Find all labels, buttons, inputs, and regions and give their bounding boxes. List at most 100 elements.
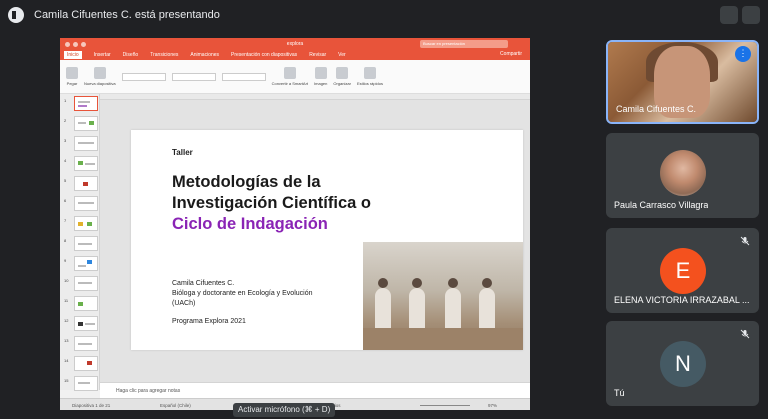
slide-thumbnail[interactable]	[74, 156, 98, 171]
slide-thumbnail[interactable]	[74, 316, 98, 331]
new-slide-button[interactable]: Nueva diapositiva	[84, 67, 116, 86]
avatar	[660, 150, 706, 196]
app-titlebar: explora Buscar en presentación	[60, 38, 530, 50]
slide-thumbnail[interactable]	[74, 336, 98, 351]
thumb-number: 11	[64, 298, 69, 303]
tab-insertar[interactable]: Insertar	[94, 52, 111, 58]
convert-smartart-button[interactable]: Convertir a SmartArt	[272, 67, 308, 86]
presenting-banner: Camila Cifuentes C. está presentando	[34, 9, 220, 21]
slide-title: Metodologías de la Investigación Científ…	[172, 172, 371, 235]
image-icon	[314, 67, 327, 79]
author-role: Bióloga y doctorante en Ecología y Evolu…	[172, 290, 313, 297]
thumb-number: 7	[64, 218, 67, 223]
thumb-number: 8	[64, 238, 67, 243]
participant-name: Paula Carrasco Villagra	[614, 200, 709, 210]
tab-revisar[interactable]: Revisar	[309, 52, 326, 58]
tab-presentacion[interactable]: Presentación con diapositivas	[231, 52, 297, 58]
zoom-slider[interactable]	[420, 405, 470, 406]
zoom-level[interactable]: 97%	[488, 403, 497, 408]
more-vert-icon[interactable]: ⋮	[735, 46, 751, 62]
shared-screen: explora Buscar en presentación Inicio In…	[60, 38, 530, 410]
student-figure	[375, 278, 391, 332]
present-icon	[8, 7, 24, 23]
paragraph-controls[interactable]	[221, 72, 266, 81]
mic-tooltip: Activar micrófono (⌘ + D)	[233, 403, 336, 417]
student-figure	[445, 278, 461, 332]
tab-animaciones[interactable]: Animaciones	[190, 52, 219, 58]
topbar-controls	[720, 6, 760, 24]
student-figure	[409, 278, 425, 332]
font-size-select[interactable]	[171, 72, 216, 81]
thumb-number: 13	[64, 338, 69, 343]
slide-thumbnail[interactable]	[74, 116, 98, 131]
search-input[interactable]: Buscar en presentación	[420, 40, 508, 48]
thumb-number: 6	[64, 198, 67, 203]
new-slide-icon	[93, 67, 106, 79]
slide-thumbnail[interactable]	[74, 136, 98, 151]
student-figure	[479, 278, 495, 332]
participant-tile[interactable]: E ELENA VICTORIA IRRAZABAL ...	[606, 228, 759, 313]
styles-icon	[363, 67, 376, 79]
current-slide[interactable]: Taller Metodologías de la Investigación …	[131, 130, 523, 350]
slide-thumbnail[interactable]	[74, 376, 98, 391]
thumb-number: 4	[64, 158, 67, 163]
slide-title-highlight: Ciclo de Indagación	[172, 215, 328, 233]
thumb-number: 12	[64, 318, 69, 323]
slide-thumbnails: 1 2 3 4 5 6 7 8 9 10 11 12 13 14 15	[60, 94, 100, 391]
fullscreen-button[interactable]	[742, 6, 760, 24]
slide-title-line: Metodologías de la	[172, 173, 321, 191]
thumb-number: 10	[64, 278, 69, 283]
slide-thumbnail[interactable]	[74, 356, 98, 371]
notes-pane[interactable]: Haga clic para agregar notas	[100, 382, 530, 398]
thumb-number: 5	[64, 178, 67, 183]
smartart-icon	[283, 67, 296, 79]
mic-off-icon	[740, 236, 750, 246]
tab-transiciones[interactable]: Transiciones	[150, 52, 178, 58]
slide-title-line: Investigación Científica o	[172, 194, 371, 212]
mic-off-icon	[740, 329, 750, 339]
arrange-icon	[336, 67, 349, 79]
participant-name: ELENA VICTORIA IRRAZABAL ...	[614, 295, 750, 305]
slide-thumbnail[interactable]	[74, 96, 98, 111]
slide-thumbnail[interactable]	[74, 196, 98, 211]
clipboard-icon	[66, 67, 78, 79]
slide-program: Programa Explora 2021	[172, 318, 246, 325]
avatar: E	[660, 248, 706, 294]
participant-tile-self[interactable]: N Tú	[606, 321, 759, 406]
slide-thumbnail[interactable]	[74, 296, 98, 311]
font-name-select[interactable]	[121, 72, 166, 81]
thumb-number: 3	[64, 138, 67, 143]
participant-tile[interactable]: Paula Carrasco Villagra	[606, 133, 759, 218]
tab-ver[interactable]: Ver	[338, 52, 346, 58]
thumb-number: 15	[64, 378, 69, 383]
share-button[interactable]: Compartir	[500, 51, 522, 57]
slide-thumbnail[interactable]	[74, 216, 98, 231]
slide-author-block: Camila Cifuentes C. Bióloga y doctorante…	[172, 279, 312, 309]
layout-button[interactable]	[720, 6, 738, 24]
slide-thumbnail[interactable]	[74, 276, 98, 291]
thumb-number: 2	[64, 118, 67, 123]
slide-thumbnail[interactable]	[74, 236, 98, 251]
paste-button[interactable]: Pegar	[66, 67, 78, 86]
arrange-button[interactable]: Organizar	[333, 67, 351, 86]
slide-thumbnail[interactable]	[74, 176, 98, 191]
meeting-top-bar: Camila Cifuentes C. está presentando	[0, 0, 768, 30]
author-affiliation: (UACh)	[172, 300, 196, 307]
thumb-number: 9	[64, 258, 67, 263]
avatar: N	[660, 341, 706, 387]
ruler	[100, 94, 530, 100]
participant-tile-presenter[interactable]: ⋮ Camila Cifuentes C.	[606, 40, 759, 124]
slide-counter: Diapositiva 1 de 21	[72, 403, 111, 408]
participant-name: Tú	[614, 388, 625, 398]
tab-diseno[interactable]: Diseño	[123, 52, 139, 58]
thumb-number: 14	[64, 358, 69, 363]
slide-thumbnail[interactable]	[74, 256, 98, 271]
image-button[interactable]: Imagen	[314, 67, 327, 86]
ribbon-tabs: Inicio Insertar Diseño Transiciones Anim…	[60, 50, 530, 60]
students-photo	[363, 242, 523, 350]
participant-name: Camila Cifuentes C.	[616, 104, 697, 114]
language-indicator[interactable]: Español (Chile)	[160, 403, 191, 408]
author-name: Camila Cifuentes C.	[172, 280, 235, 287]
tab-inicio[interactable]: Inicio	[64, 51, 82, 59]
quick-styles-button[interactable]: Estilos rápidos	[357, 67, 383, 86]
